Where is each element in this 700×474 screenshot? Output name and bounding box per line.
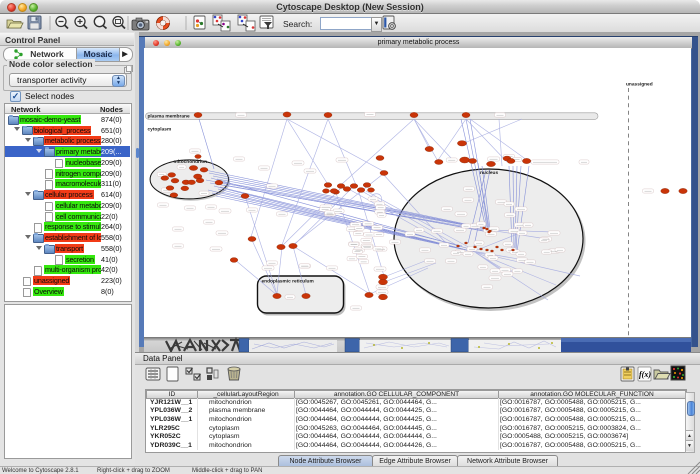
svg-text:mitochondrion: mitochondrion [174,159,208,165]
svg-text:endoplasmic reticulum: endoplasmic reticulum [262,279,314,285]
svg-text:cytoplasm: cytoplasm [148,127,172,133]
svg-text:f(x): f(x) [639,370,651,379]
svg-text:nucleus: nucleus [480,170,498,176]
svg-text:unassigned: unassigned [626,82,653,88]
svg-text:plasma membrane: plasma membrane [148,114,190,120]
